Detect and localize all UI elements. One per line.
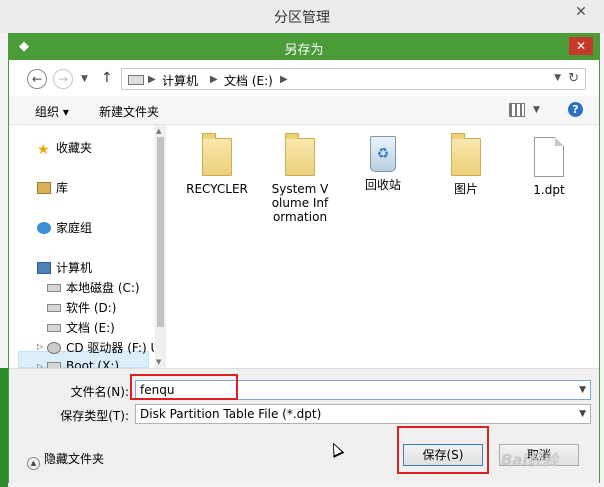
help-icon[interactable]: ? — [568, 102, 583, 117]
outer-window-title: 分区管理 — [274, 10, 330, 26]
highlight-box — [397, 426, 489, 474]
view-dropdown-icon[interactable]: ▼ — [533, 105, 540, 115]
recycle-bin-icon: ♻ — [370, 136, 396, 172]
nav-pane-scrollbar[interactable]: ▲ ▼ — [155, 125, 166, 368]
address-dropdown-icon[interactable]: ▼ — [554, 73, 561, 83]
computer-icon — [37, 262, 51, 274]
organize-button[interactable]: 组织 ▾ — [35, 103, 69, 120]
dialog-title-bar[interactable]: ◆ 另存为 ✕ — [9, 34, 599, 60]
nav-drive-c[interactable]: 本地磁盘 (C:) — [47, 279, 140, 296]
outer-title-bar: 分区管理 ✕ — [0, 0, 604, 33]
breadcrumb-documents-e[interactable]: 文档 (E:) — [224, 72, 273, 89]
nav-computer[interactable]: 计算机 — [37, 259, 92, 276]
nav-homegroup[interactable]: 家庭组 — [37, 219, 92, 236]
recent-locations-icon[interactable]: ▼ — [81, 74, 88, 84]
file-item-recycler[interactable]: RECYCLER — [182, 133, 252, 196]
nav-homegroup-label: 家庭组 — [56, 221, 93, 235]
file-name: 回收站 — [364, 178, 401, 192]
scroll-down-icon[interactable]: ▼ — [156, 358, 161, 366]
nav-computer-label: 计算机 — [56, 261, 93, 275]
nav-drive-c-label: 本地磁盘 (C:) — [66, 281, 140, 295]
file-name: 1.dpt — [533, 183, 565, 197]
nav-libraries[interactable]: 库 — [37, 179, 68, 196]
homegroup-icon — [37, 222, 51, 234]
filetype-select[interactable]: Disk Partition Table File (*.dpt) ▼ — [135, 404, 591, 424]
nav-drive-e[interactable]: 文档 (E:) — [47, 319, 115, 336]
filename-label: 文件名(N): — [70, 385, 129, 399]
nav-drive-f[interactable]: CD 驱动器 (F:) U — [47, 339, 154, 356]
cd-drive-icon — [47, 342, 61, 354]
star-icon: ★ — [37, 142, 50, 158]
scroll-up-icon[interactable]: ▲ — [156, 127, 161, 135]
nav-favorites-label: 收藏夹 — [56, 141, 93, 155]
nav-drive-d-label: 软件 (D:) — [66, 301, 117, 315]
document-icon — [534, 137, 564, 177]
hide-folders-label: 隐藏文件夹 — [44, 452, 105, 466]
file-name: System Volume Information — [271, 182, 329, 224]
highlight-box — [130, 374, 238, 400]
filetype-label: 保存类型(T): — [60, 409, 129, 423]
folder-icon — [202, 133, 232, 176]
drive-icon — [47, 284, 61, 292]
nav-drive-x[interactable]: Boot (X:) — [47, 359, 119, 368]
drive-icon — [47, 304, 61, 312]
toolbar: 组织 ▾ 新建文件夹 ▼ ? — [9, 96, 599, 125]
file-name: RECYCLER — [186, 182, 248, 196]
dialog-title: 另存为 — [284, 43, 324, 58]
file-name: 图片 — [453, 182, 478, 196]
expand-arrow-icon[interactable]: ▷ — [37, 342, 43, 351]
nav-drive-f-label: CD 驱动器 (F:) U — [66, 341, 154, 355]
breadcrumb-separator-icon: ▶ — [148, 74, 156, 85]
refresh-icon[interactable]: ↻ — [568, 71, 579, 86]
view-options-icon[interactable] — [509, 103, 525, 117]
folder-icon — [451, 133, 481, 176]
address-bar[interactable]: ▶ 计算机 ▶ 文档 (E:) ▶ ▼ ↻ — [121, 68, 586, 90]
dialog-close-button[interactable]: ✕ — [569, 37, 593, 55]
outer-window: 分区管理 ✕ ◆ 另存为 ✕ ← → ▼ ↑ ▶ 计算机 ▶ 文档 (E:) ▶… — [0, 0, 604, 487]
nav-drive-x-label: Boot (X:) — [66, 359, 120, 368]
breadcrumb-separator-icon: ▶ — [280, 74, 288, 85]
up-folder-icon[interactable]: ↑ — [101, 70, 113, 86]
filetype-dropdown-icon[interactable]: ▼ — [579, 409, 586, 419]
filename-dropdown-icon[interactable]: ▼ — [579, 385, 586, 395]
breadcrumb-separator-icon: ▶ — [210, 74, 218, 85]
scroll-thumb[interactable] — [157, 137, 164, 327]
nav-drive-d[interactable]: 软件 (D:) — [47, 299, 116, 316]
nav-drive-e-label: 文档 (E:) — [66, 321, 115, 335]
file-item-system-volume-information[interactable]: System Volume Information — [265, 133, 335, 224]
nav-libraries-label: 库 — [56, 181, 69, 195]
file-item-recycle-bin[interactable]: ♻ 回收站 — [348, 136, 418, 192]
nav-favorites[interactable]: ★ 收藏夹 — [37, 139, 93, 158]
watermark: Bai经验 — [501, 451, 558, 469]
hide-folders-toggle[interactable]: ▲ 隐藏文件夹 — [27, 450, 104, 470]
library-icon — [37, 182, 51, 194]
drive-icon — [128, 75, 144, 85]
navigation-pane: ★ 收藏夹 库 家庭组 计算机 本地磁盘 (C:) 软件 (D:) 文档 (E:)… — [9, 125, 154, 368]
file-item-1-dpt[interactable]: 1.dpt — [514, 137, 584, 197]
file-item-pictures[interactable]: 图片 — [431, 133, 501, 196]
drive-icon — [47, 324, 61, 332]
folder-icon — [285, 133, 315, 176]
forward-button[interactable]: → — [53, 69, 73, 89]
filetype-value: Disk Partition Table File (*.dpt) — [140, 407, 322, 421]
background-window-edge — [0, 368, 8, 487]
back-button[interactable]: ← — [27, 69, 47, 89]
new-folder-button[interactable]: 新建文件夹 — [99, 103, 159, 120]
outer-close-icon[interactable]: ✕ — [570, 4, 592, 22]
collapse-up-icon: ▲ — [27, 457, 40, 470]
save-as-dialog: ◆ 另存为 ✕ ← → ▼ ↑ ▶ 计算机 ▶ 文档 (E:) ▶ ▼ ↻ 组织… — [8, 33, 600, 483]
breadcrumb-computer[interactable]: 计算机 — [162, 72, 198, 89]
